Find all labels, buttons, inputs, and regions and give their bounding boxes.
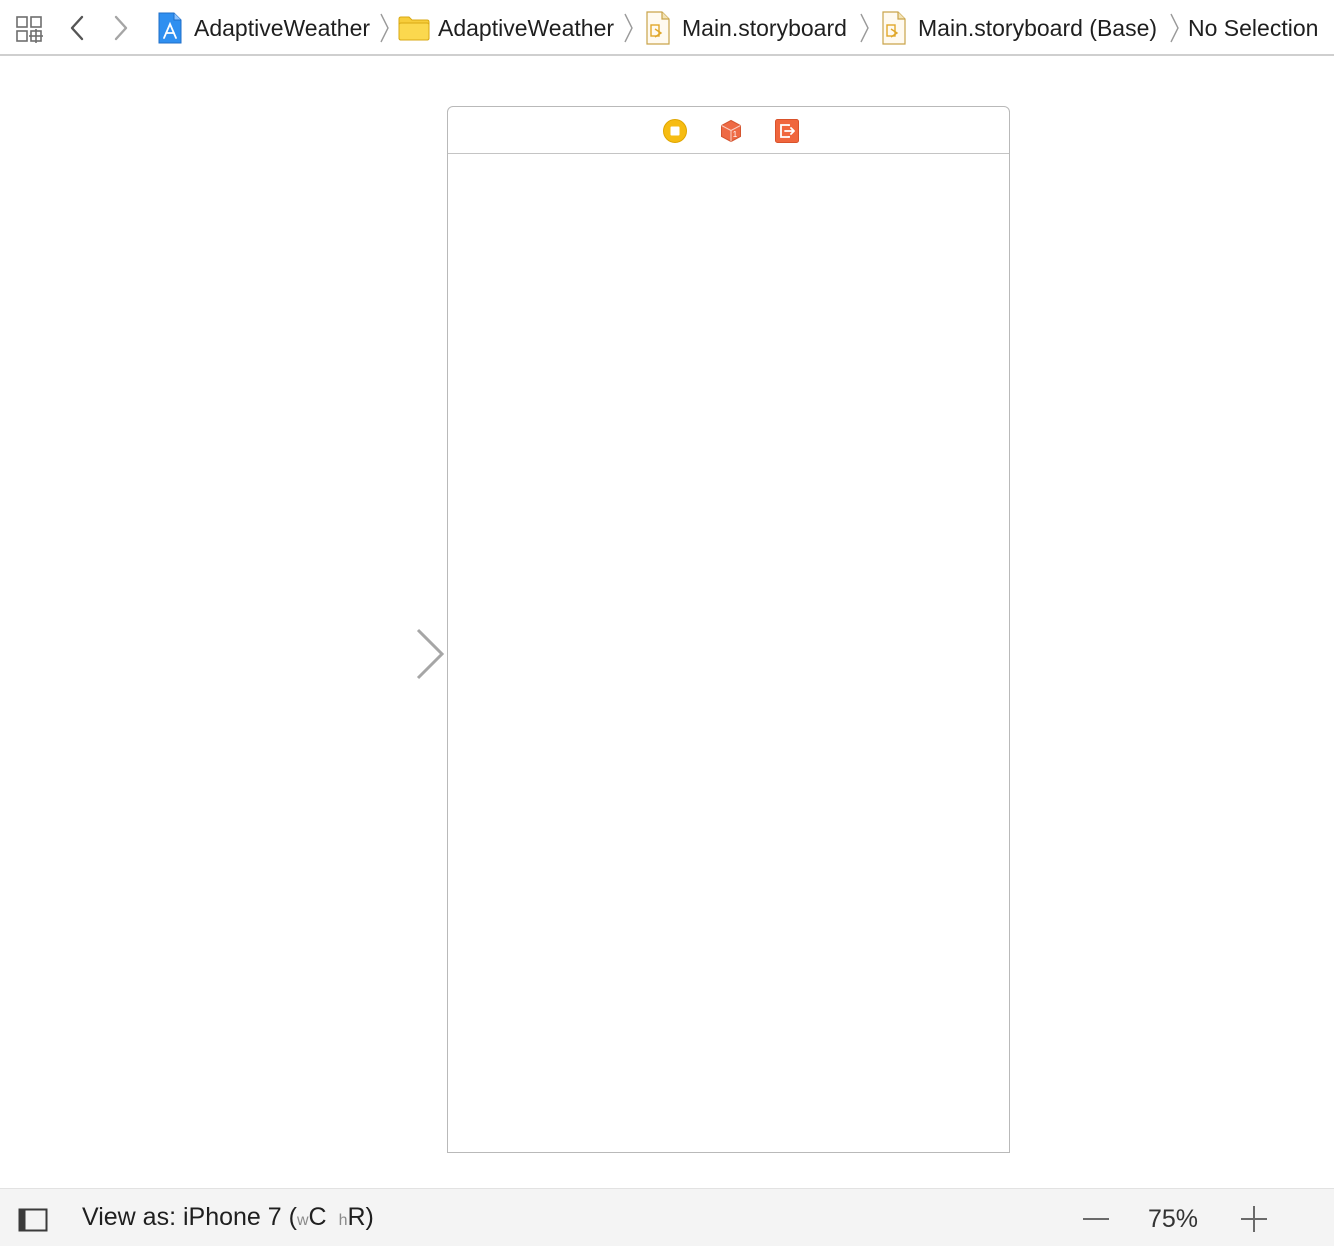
storyboard-file-icon <box>882 11 906 45</box>
storyboard-canvas[interactable]: 1 <box>0 56 1334 1188</box>
forward-arrow-icon[interactable] <box>112 14 130 42</box>
zoom-out-icon[interactable] <box>1082 1209 1110 1229</box>
zoom-in-icon[interactable] <box>1240 1205 1268 1233</box>
xcode-project-icon <box>158 12 182 44</box>
first-responder-icon[interactable]: 1 <box>719 119 743 143</box>
initial-scene-arrow-icon <box>298 628 445 680</box>
view-as-device-button[interactable]: View as: iPhone 7 (wC hR) <box>82 1202 374 1236</box>
document-outline-toggle-icon[interactable] <box>18 1208 48 1232</box>
chevron-right-icon <box>380 13 389 43</box>
jump-bar: AdaptiveWeather AdaptiveWeather Main.sto… <box>0 0 1334 56</box>
view-as-label: View as: iPhone 7 ( <box>82 1203 297 1231</box>
storyboard-file-icon <box>646 11 670 45</box>
back-arrow-icon[interactable] <box>68 14 86 42</box>
bottom-bar: View as: iPhone 7 (wC hR) 75% <box>0 1188 1334 1246</box>
breadcrumb-no-selection[interactable]: No Selection <box>1188 14 1318 42</box>
scene-dock: 1 <box>448 107 1009 154</box>
svg-text:1: 1 <box>733 130 738 139</box>
folder-icon <box>398 16 430 41</box>
width-class-label: w <box>296 1212 309 1229</box>
view-controller-icon[interactable] <box>663 119 687 143</box>
chevron-right-icon <box>624 13 633 43</box>
breadcrumb-label: Main.storyboard <box>682 15 847 41</box>
width-class-value: C <box>308 1203 327 1231</box>
breadcrumb-label: AdaptiveWeather <box>438 15 615 41</box>
chevron-right-icon <box>860 13 869 43</box>
breadcrumb-label: AdaptiveWeather <box>194 15 371 41</box>
breadcrumb-label: Main.storyboard (Base) <box>918 15 1158 41</box>
view-controller-scene[interactable]: 1 <box>447 106 1010 1153</box>
exit-icon[interactable] <box>775 119 799 143</box>
chevron-right-icon <box>1170 13 1179 43</box>
height-class-value: R <box>347 1203 366 1231</box>
related-items-icon[interactable] <box>16 16 44 44</box>
zoom-level: 75% <box>1148 1205 1199 1233</box>
view-as-suffix: ) <box>365 1203 374 1231</box>
